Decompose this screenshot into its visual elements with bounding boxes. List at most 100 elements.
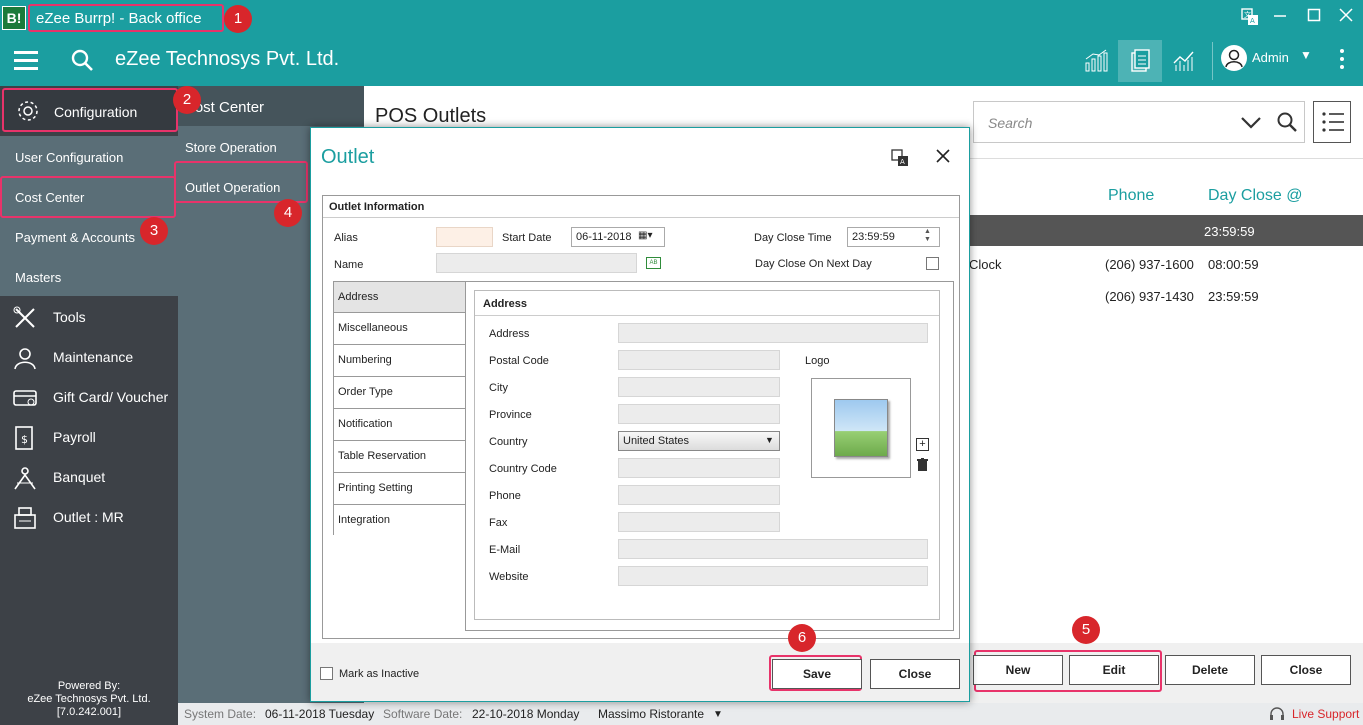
chevron-down-icon[interactable]: ▼ [1300, 48, 1312, 62]
email-input[interactable] [618, 539, 928, 559]
toolbar-separator [1212, 42, 1213, 80]
search-input[interactable]: Search [973, 101, 1305, 143]
software-date: 22-10-2018 Monday [472, 707, 580, 721]
start-date-picker[interactable]: 06-11-2018 ▦▾ [571, 227, 665, 247]
country-label: Country [489, 436, 528, 448]
analytics-icon[interactable] [1162, 40, 1206, 82]
avatar[interactable] [1221, 45, 1247, 71]
sidebar-item-label: Gift Card/ Voucher [53, 389, 169, 405]
tab-printing-setting[interactable]: Printing Setting [334, 472, 466, 504]
user-name[interactable]: Admin [1252, 50, 1289, 65]
step-badge-5: 5 [1072, 616, 1100, 644]
dialog-title: Outlet [321, 146, 375, 168]
tab-table-reservation[interactable]: Table Reservation [334, 440, 466, 472]
country-code-input[interactable] [618, 458, 780, 478]
minimize-icon[interactable] [1270, 8, 1290, 28]
start-date-label: Start Date [502, 232, 552, 244]
sidebar-item-payroll[interactable]: $ Payroll [0, 418, 178, 458]
image-placeholder-icon [834, 399, 888, 457]
reports-icon[interactable] [1074, 40, 1118, 82]
email-label: E-Mail [489, 544, 521, 556]
day-close-next-checkbox[interactable] [926, 257, 939, 270]
sidebar-item-outlet[interactable]: Outlet : MR [0, 498, 178, 538]
dialog-close-icon[interactable] [935, 148, 951, 169]
logo-preview[interactable] [811, 378, 911, 478]
save-button[interactable]: Save [772, 659, 862, 689]
documents-icon[interactable] [1118, 40, 1162, 82]
province-input[interactable] [618, 404, 780, 424]
edit-button[interactable]: Edit [1069, 655, 1159, 685]
day-close-time-input[interactable]: 23:59:59 ▲ ▼ [847, 227, 940, 247]
app-logo: B! [2, 6, 26, 30]
sidebar-item-user-configuration[interactable]: User Configuration [15, 150, 123, 165]
translate-icon[interactable]: 文A [1240, 8, 1260, 28]
company-name: eZee Technosys Pvt. Ltd. [115, 48, 340, 70]
sidebar-item-configuration[interactable]: Configuration [2, 88, 178, 132]
sidebar-item-label: Banquet [53, 469, 106, 485]
search-icon[interactable] [70, 48, 94, 72]
title-bar: B! eZee Burrp! - Back office 文A [0, 0, 1363, 36]
alias-label: Alias [334, 232, 358, 244]
sidebar-item-payment-accounts[interactable]: Payment & Accounts [15, 230, 135, 245]
search-placeholder: Search [988, 115, 1033, 131]
delete-button[interactable]: Delete [1165, 655, 1255, 685]
day-close-next-label: Day Close On Next Day [755, 258, 872, 270]
country-select[interactable]: United States ▼ [618, 431, 780, 451]
start-date-value: 06-11-2018 [576, 231, 632, 243]
cost-center-item-store-operation[interactable]: Store Operation [185, 140, 277, 155]
search-icon[interactable] [1276, 111, 1298, 133]
cell-phone: (206) 937-1430 [1105, 289, 1194, 304]
sidebar-item-maintenance[interactable]: Maintenance [0, 338, 178, 378]
gear-icon [18, 101, 38, 121]
tab-order-type[interactable]: Order Type [334, 376, 466, 408]
delete-logo-icon[interactable] [916, 458, 929, 472]
tab-integration[interactable]: Integration [334, 504, 466, 536]
close-button[interactable]: Close [1261, 655, 1351, 685]
fax-input[interactable] [618, 512, 780, 532]
mark-inactive-checkbox[interactable] [320, 667, 333, 680]
alias-input[interactable] [436, 227, 493, 247]
outlet-selector[interactable]: Massimo Ristorante [598, 707, 704, 721]
menu-icon[interactable] [14, 51, 38, 70]
cell-phone: (206) 937-1600 [1105, 257, 1194, 272]
website-label: Website [489, 571, 529, 583]
calendar-icon[interactable]: ▦▾ [638, 230, 652, 241]
translate-name-icon[interactable]: AB [646, 257, 661, 269]
tab-miscellaneous[interactable]: Miscellaneous [334, 312, 466, 344]
cost-center-item-outlet-operation[interactable]: Outlet Operation [174, 161, 308, 203]
sidebar-item-gift-card[interactable]: Gift Card/ Voucher [0, 378, 178, 418]
spinner-icon[interactable]: ▲ ▼ [924, 228, 931, 244]
column-header-day-close[interactable]: Day Close @ [1208, 187, 1303, 205]
sidebar-item-tools[interactable]: Tools [0, 298, 178, 338]
logo-label: Logo [805, 355, 830, 367]
address-panel: Address Address Postal Code City Provinc… [465, 281, 954, 631]
list-view-icon[interactable] [1313, 101, 1351, 143]
sidebar: Configuration User Configuration Cost Ce… [0, 86, 178, 725]
window-close-icon[interactable] [1336, 8, 1356, 28]
chevron-down-icon[interactable]: ▼ [713, 709, 723, 720]
sidebar-item-banquet[interactable]: Banquet [0, 458, 178, 498]
website-input[interactable] [618, 566, 928, 586]
name-input[interactable] [436, 253, 637, 273]
maximize-icon[interactable] [1304, 8, 1324, 28]
svg-text:$: $ [21, 433, 28, 446]
tab-notification[interactable]: Notification [334, 408, 466, 440]
dialog-close-button[interactable]: Close [870, 659, 960, 689]
city-input[interactable] [618, 377, 780, 397]
column-header-phone[interactable]: Phone [1108, 187, 1154, 205]
tab-address[interactable]: Address [334, 281, 466, 313]
address-input[interactable] [618, 323, 928, 343]
gift-card-icon [13, 390, 37, 406]
phone-input[interactable] [618, 485, 780, 505]
tab-numbering[interactable]: Numbering [334, 344, 466, 376]
live-support-link[interactable]: Live Support [1292, 707, 1359, 721]
chevron-down-icon[interactable] [1240, 115, 1262, 131]
postal-code-input[interactable] [618, 350, 780, 370]
dialog-tabs: Address Miscellaneous Numbering Order Ty… [333, 281, 466, 536]
sidebar-item-label: Maintenance [53, 349, 134, 365]
sidebar-item-masters[interactable]: Masters [15, 270, 61, 285]
new-button[interactable]: New [973, 655, 1063, 685]
translate-icon[interactable]: A [891, 149, 909, 167]
add-logo-icon[interactable]: + [916, 438, 929, 451]
more-options-icon[interactable] [1340, 49, 1344, 73]
